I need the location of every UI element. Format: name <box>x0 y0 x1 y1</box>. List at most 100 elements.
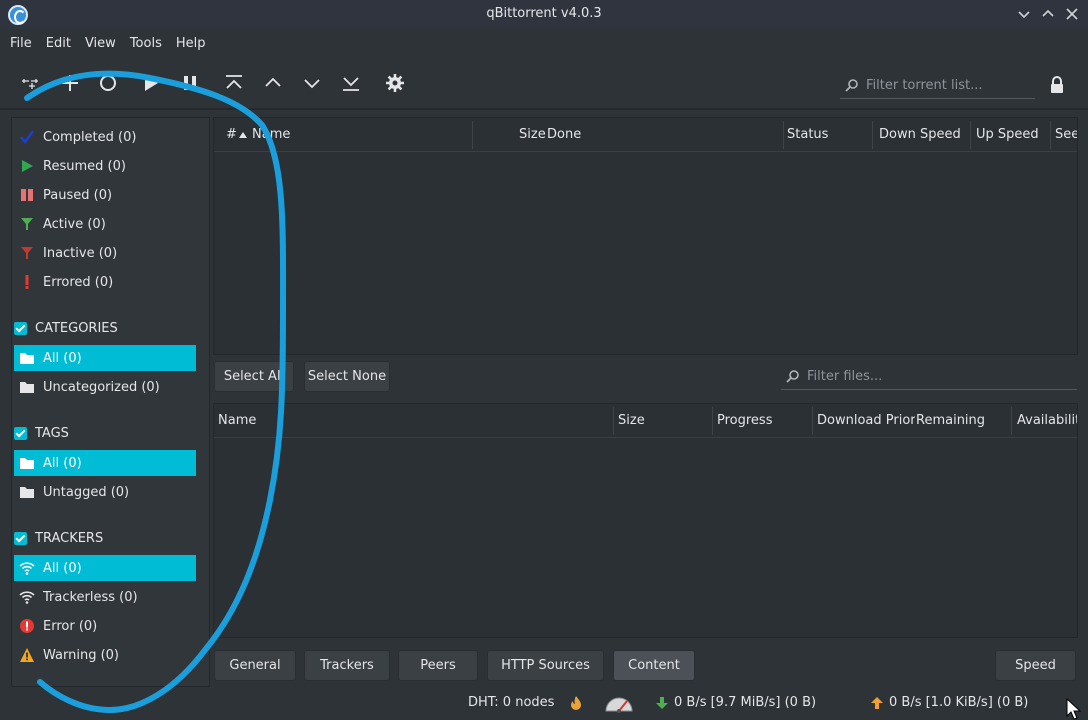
tab-content[interactable]: Content <box>613 650 695 681</box>
connection-status-icon[interactable] <box>569 695 583 711</box>
add-torrent-icon[interactable] <box>58 71 82 95</box>
tracker-trackerless-label: Trackerless (0) <box>43 589 138 605</box>
move-bottom-icon[interactable] <box>339 71 363 95</box>
move-down-icon[interactable] <box>300 71 324 95</box>
pause-icon[interactable] <box>178 71 202 95</box>
files-col-size[interactable]: Size <box>618 404 708 438</box>
options-gear-icon[interactable] <box>383 71 407 95</box>
pause-icon <box>19 187 35 203</box>
categories-checkbox[interactable] <box>14 321 27 335</box>
col-size[interactable]: Size <box>519 118 549 152</box>
trackers-checkbox[interactable] <box>14 531 27 545</box>
menu-file[interactable]: File <box>4 36 38 51</box>
search-icon <box>845 78 858 92</box>
speed-button[interactable]: Speed <box>995 650 1076 681</box>
move-up-icon[interactable] <box>261 71 285 95</box>
window-title: qBittorrent v4.0.3 <box>486 6 602 21</box>
tag-all-label: All (0) <box>43 455 82 471</box>
menu-edit[interactable]: Edit <box>40 36 77 51</box>
files-col-availability[interactable]: Availabilit <box>1017 404 1077 438</box>
move-top-icon[interactable] <box>222 71 246 95</box>
select-all-button[interactable]: Select All <box>214 361 294 392</box>
lock-icon[interactable] <box>1048 75 1066 95</box>
tracker-all-label: All (0) <box>43 560 82 576</box>
torrent-filter-input[interactable] <box>866 78 1031 93</box>
error-icon <box>19 618 35 634</box>
tags-header[interactable]: TAGS <box>14 422 196 444</box>
col-status[interactable]: Status <box>787 118 867 152</box>
exclamation-icon <box>19 274 35 290</box>
maximize-button[interactable] <box>1038 4 1058 24</box>
col-seeds[interactable]: See <box>1055 118 1077 152</box>
torrent-list[interactable]: # Name Size Done Status Down Speed Up Sp… <box>213 117 1078 355</box>
col-name[interactable]: Name <box>252 118 452 152</box>
menu-view[interactable]: View <box>79 36 122 51</box>
category-all[interactable]: All (0) <box>14 345 196 371</box>
categories-header-label: CATEGORIES <box>35 320 118 336</box>
select-none-button[interactable]: Select None <box>304 361 390 392</box>
tags-header-label: TAGS <box>35 425 69 441</box>
status-inactive[interactable]: Inactive (0) <box>14 240 196 266</box>
tab-trackers[interactable]: Trackers <box>304 650 390 681</box>
speed-limit-gauge-icon[interactable] <box>604 693 634 713</box>
torrent-filter[interactable] <box>840 73 1035 99</box>
col-down-speed[interactable]: Down Speed <box>879 118 969 152</box>
status-errored[interactable]: Errored (0) <box>14 269 196 295</box>
sort-ascending-icon <box>239 132 247 138</box>
tracker-warning-label: Warning (0) <box>43 647 119 663</box>
files-filter[interactable] <box>781 364 1077 390</box>
folder-icon <box>19 379 35 395</box>
tag-untagged-label: Untagged (0) <box>43 484 130 500</box>
torrent-list-header: # Name Size Done Status Down Speed Up Sp… <box>214 118 1077 152</box>
upload-arrow-icon <box>871 697 883 709</box>
checkmark-icon <box>19 129 35 145</box>
filter-active-icon <box>19 216 35 232</box>
content-files-list[interactable]: Name Size Progress Download Priori Remai… <box>213 403 1078 638</box>
title-bar: qBittorrent v4.0.3 <box>0 0 1088 29</box>
tracker-trackerless[interactable]: Trackerless (0) <box>14 584 196 610</box>
col-done[interactable]: Done <box>547 118 597 152</box>
tracker-error-label: Error (0) <box>43 618 98 634</box>
remove-icon[interactable] <box>96 71 120 95</box>
status-paused[interactable]: Paused (0) <box>14 182 196 208</box>
upload-speed: 0 B/s [1.0 KiB/s] (0 B) <box>889 695 1029 710</box>
menu-tools[interactable]: Tools <box>124 36 168 51</box>
tag-untagged[interactable]: Untagged (0) <box>14 479 196 505</box>
status-bar: DHT: 0 nodes 0 B/s [9.7 MiB/s] (0 B) 0 B… <box>0 688 1088 720</box>
category-uncategorized-label: Uncategorized (0) <box>43 379 160 395</box>
files-col-name[interactable]: Name <box>218 404 598 438</box>
status-resumed[interactable]: Resumed (0) <box>14 153 196 179</box>
status-active[interactable]: Active (0) <box>14 211 196 237</box>
files-list-header: Name Size Progress Download Priori Remai… <box>214 404 1077 438</box>
tab-peers[interactable]: Peers <box>398 650 478 681</box>
toolbar-separator <box>0 108 1088 110</box>
category-uncategorized[interactable]: Uncategorized (0) <box>14 374 196 400</box>
menu-bar: File Edit View Tools Help <box>0 29 1088 57</box>
files-col-remaining[interactable]: Remaining <box>916 404 1006 438</box>
dht-status: DHT: 0 nodes <box>468 695 555 710</box>
tracker-warning[interactable]: Warning (0) <box>14 642 196 668</box>
tab-http-sources[interactable]: HTTP Sources <box>487 650 604 681</box>
tag-all[interactable]: All (0) <box>14 450 196 476</box>
tags-checkbox[interactable] <box>14 426 27 440</box>
files-filter-input[interactable] <box>807 369 1067 384</box>
add-link-icon[interactable] <box>18 71 42 95</box>
tracker-all[interactable]: All (0) <box>14 555 196 581</box>
download-speed: 0 B/s [9.7 MiB/s] (0 B) <box>674 695 817 710</box>
warning-icon <box>19 647 35 663</box>
close-button[interactable] <box>1062 4 1082 24</box>
files-col-progress[interactable]: Progress <box>717 404 807 438</box>
folder-icon <box>19 455 35 471</box>
tab-general[interactable]: General <box>214 650 296 681</box>
download-arrow-icon <box>656 697 668 709</box>
menu-help[interactable]: Help <box>170 36 212 51</box>
resume-icon[interactable] <box>139 71 163 95</box>
tracker-error[interactable]: Error (0) <box>14 613 196 639</box>
minimize-button[interactable] <box>1014 4 1034 24</box>
mouse-cursor-icon <box>1066 698 1082 720</box>
files-col-priority[interactable]: Download Priori <box>817 404 915 438</box>
status-completed[interactable]: Completed (0) <box>14 124 196 150</box>
col-up-speed[interactable]: Up Speed <box>976 118 1056 152</box>
trackers-header[interactable]: TRACKERS <box>14 527 196 549</box>
categories-header[interactable]: CATEGORIES <box>14 317 196 339</box>
